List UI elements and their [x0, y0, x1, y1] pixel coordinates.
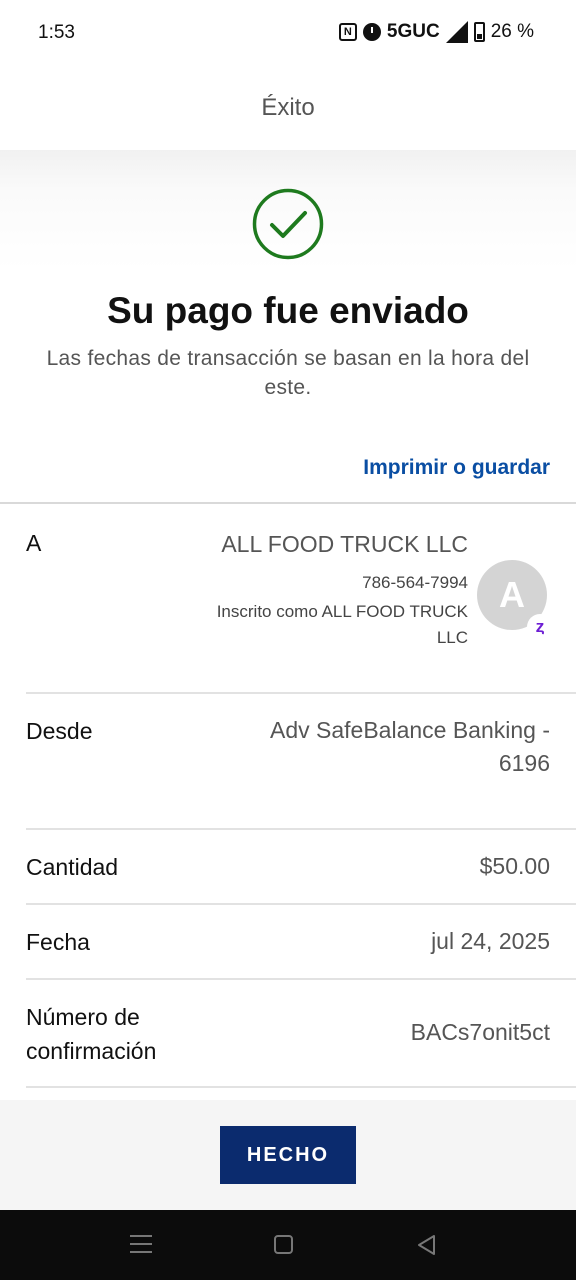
- recipient-phone: 786-564-7994: [362, 573, 468, 592]
- status-time: 1:53: [38, 22, 75, 43]
- recipient-name: ALL FOOD TRUCK LLC: [221, 531, 468, 557]
- recipient-info: ALL FOOD TRUCK LLC 786-564-7994 Inscrito…: [208, 528, 468, 651]
- recipient-enrolled: Inscrito como ALL FOOD TRUCK LLC: [216, 602, 468, 647]
- avatar: A ȥ: [477, 560, 553, 640]
- done-button[interactable]: HECHO: [220, 1126, 356, 1184]
- detail-row-amount: Cantidad $50.00: [26, 830, 576, 905]
- success-section: Su pago fue enviado Las fechas de transa…: [0, 150, 576, 504]
- date-value: jul 24, 2025: [431, 928, 550, 954]
- print-or-save-link[interactable]: Imprimir o guardar: [363, 456, 550, 480]
- home-icon[interactable]: [274, 1235, 293, 1254]
- app-header: Éxito: [0, 66, 576, 150]
- system-nav-bar: [0, 1210, 576, 1280]
- amount-label: Cantidad: [26, 854, 119, 880]
- from-label: Desde: [26, 718, 93, 744]
- date-label: Fecha: [26, 929, 90, 955]
- detail-row-confirmation: Número de confirmación BACs7onit5ct: [26, 980, 576, 1088]
- amount-value: $50.00: [479, 853, 550, 879]
- check-circle-icon: [252, 188, 324, 260]
- battery-icon: [473, 22, 485, 42]
- avatar-initial: A: [499, 574, 525, 615]
- confirmation-label: Número de confirmación: [26, 1004, 157, 1064]
- alarm-icon: [362, 23, 381, 41]
- network-type: 5GUC: [386, 21, 440, 42]
- zelle-icon: ȥ: [527, 614, 553, 640]
- nfc-icon: N: [338, 23, 357, 41]
- status-bar: 1:53 N 5GUC 26 %: [0, 0, 576, 66]
- detail-row-from: Desde Adv SafeBalance Banking - 6196: [26, 694, 576, 830]
- page-title: Éxito: [261, 94, 315, 121]
- from-value: Adv SafeBalance Banking - 6196: [269, 717, 550, 776]
- status-icons: N 5GUC 26 %: [338, 21, 534, 43]
- to-label: A: [26, 530, 42, 556]
- success-title: Su pago fue enviado: [107, 290, 469, 331]
- footer: HECHO: [0, 1100, 576, 1210]
- signal-icon: [445, 21, 468, 43]
- battery-level: 26 %: [490, 21, 534, 42]
- success-subtitle: Las fechas de transacción se basan en la…: [46, 347, 530, 399]
- recent-apps-icon[interactable]: [130, 1235, 152, 1253]
- detail-row-date: Fecha jul 24, 2025: [26, 905, 576, 980]
- confirmation-value: BACs7onit5ct: [410, 1019, 550, 1045]
- detail-row-to: A ALL FOOD TRUCK LLC 786-564-7994 Inscri…: [26, 504, 576, 694]
